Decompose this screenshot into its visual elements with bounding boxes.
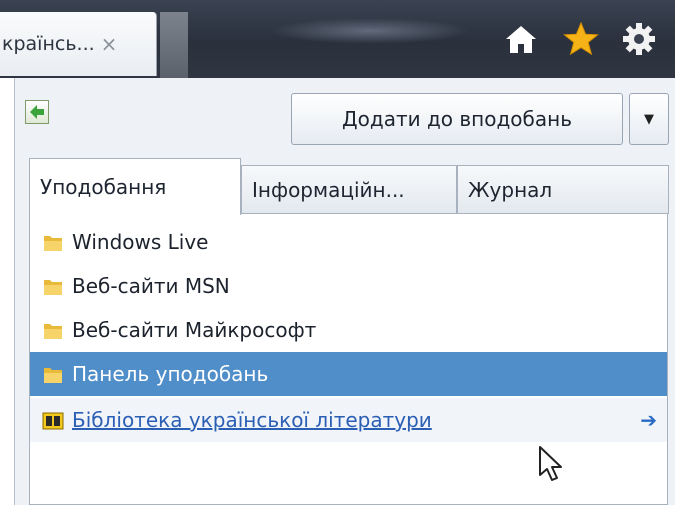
list-item-label: Windows Live [72, 230, 209, 254]
star-icon[interactable] [560, 18, 602, 60]
folder-icon [44, 324, 62, 339]
favorite-link[interactable]: Бібліотека української літератури [72, 408, 432, 432]
tab-title: країнсь... [2, 33, 95, 55]
list-item-label: Веб-сайти Майкрософт [72, 318, 317, 342]
favorites-list: Windows Live Веб-сайти MSN Веб-сайти Май… [29, 213, 668, 505]
blurred-address-area [270, 18, 470, 44]
tab-close-icon[interactable]: × [101, 32, 118, 56]
gear-icon[interactable] [618, 18, 660, 60]
pin-favorites-button[interactable] [25, 100, 49, 124]
tab-favorites[interactable]: Уподобання [29, 158, 241, 215]
browser-toolbar: країнсь... × [0, 0, 675, 78]
list-item-ukrainian-literature-library[interactable]: Бібліотека української літератури ➔ [30, 398, 667, 442]
list-item-windows-live[interactable]: Windows Live [30, 220, 667, 264]
chevron-down-icon: ▼ [644, 111, 654, 127]
browser-tab[interactable]: країнсь... × [0, 12, 157, 76]
back-arrow-icon [30, 105, 44, 119]
tab-feeds[interactable]: Інформаційн... [241, 165, 457, 214]
list-item-label: Панель уподобань [72, 362, 269, 386]
home-icon[interactable] [500, 18, 542, 60]
list-item-msn-websites[interactable]: Веб-сайти MSN [30, 264, 667, 308]
book-icon [42, 412, 64, 430]
list-item-label: Веб-сайти MSN [72, 274, 230, 298]
tab-history[interactable]: Журнал [457, 165, 669, 214]
favorites-center: Додати до вподобань ▼ Уподобання Інформа… [14, 78, 675, 505]
list-item-microsoft-websites[interactable]: Веб-сайти Майкрософт [30, 308, 667, 352]
new-tab-button[interactable] [160, 12, 188, 78]
add-favorites-dropdown-button[interactable]: ▼ [629, 93, 669, 145]
folder-icon [44, 368, 62, 383]
mouse-cursor-icon [539, 446, 562, 481]
folder-icon [44, 280, 62, 295]
open-in-new-tab-arrow-icon[interactable]: ➔ [640, 408, 657, 432]
add-to-favorites-button[interactable]: Додати до вподобань [291, 93, 623, 145]
folder-icon [44, 236, 62, 251]
list-item-favorites-bar[interactable]: Панель уподобань [30, 352, 667, 396]
